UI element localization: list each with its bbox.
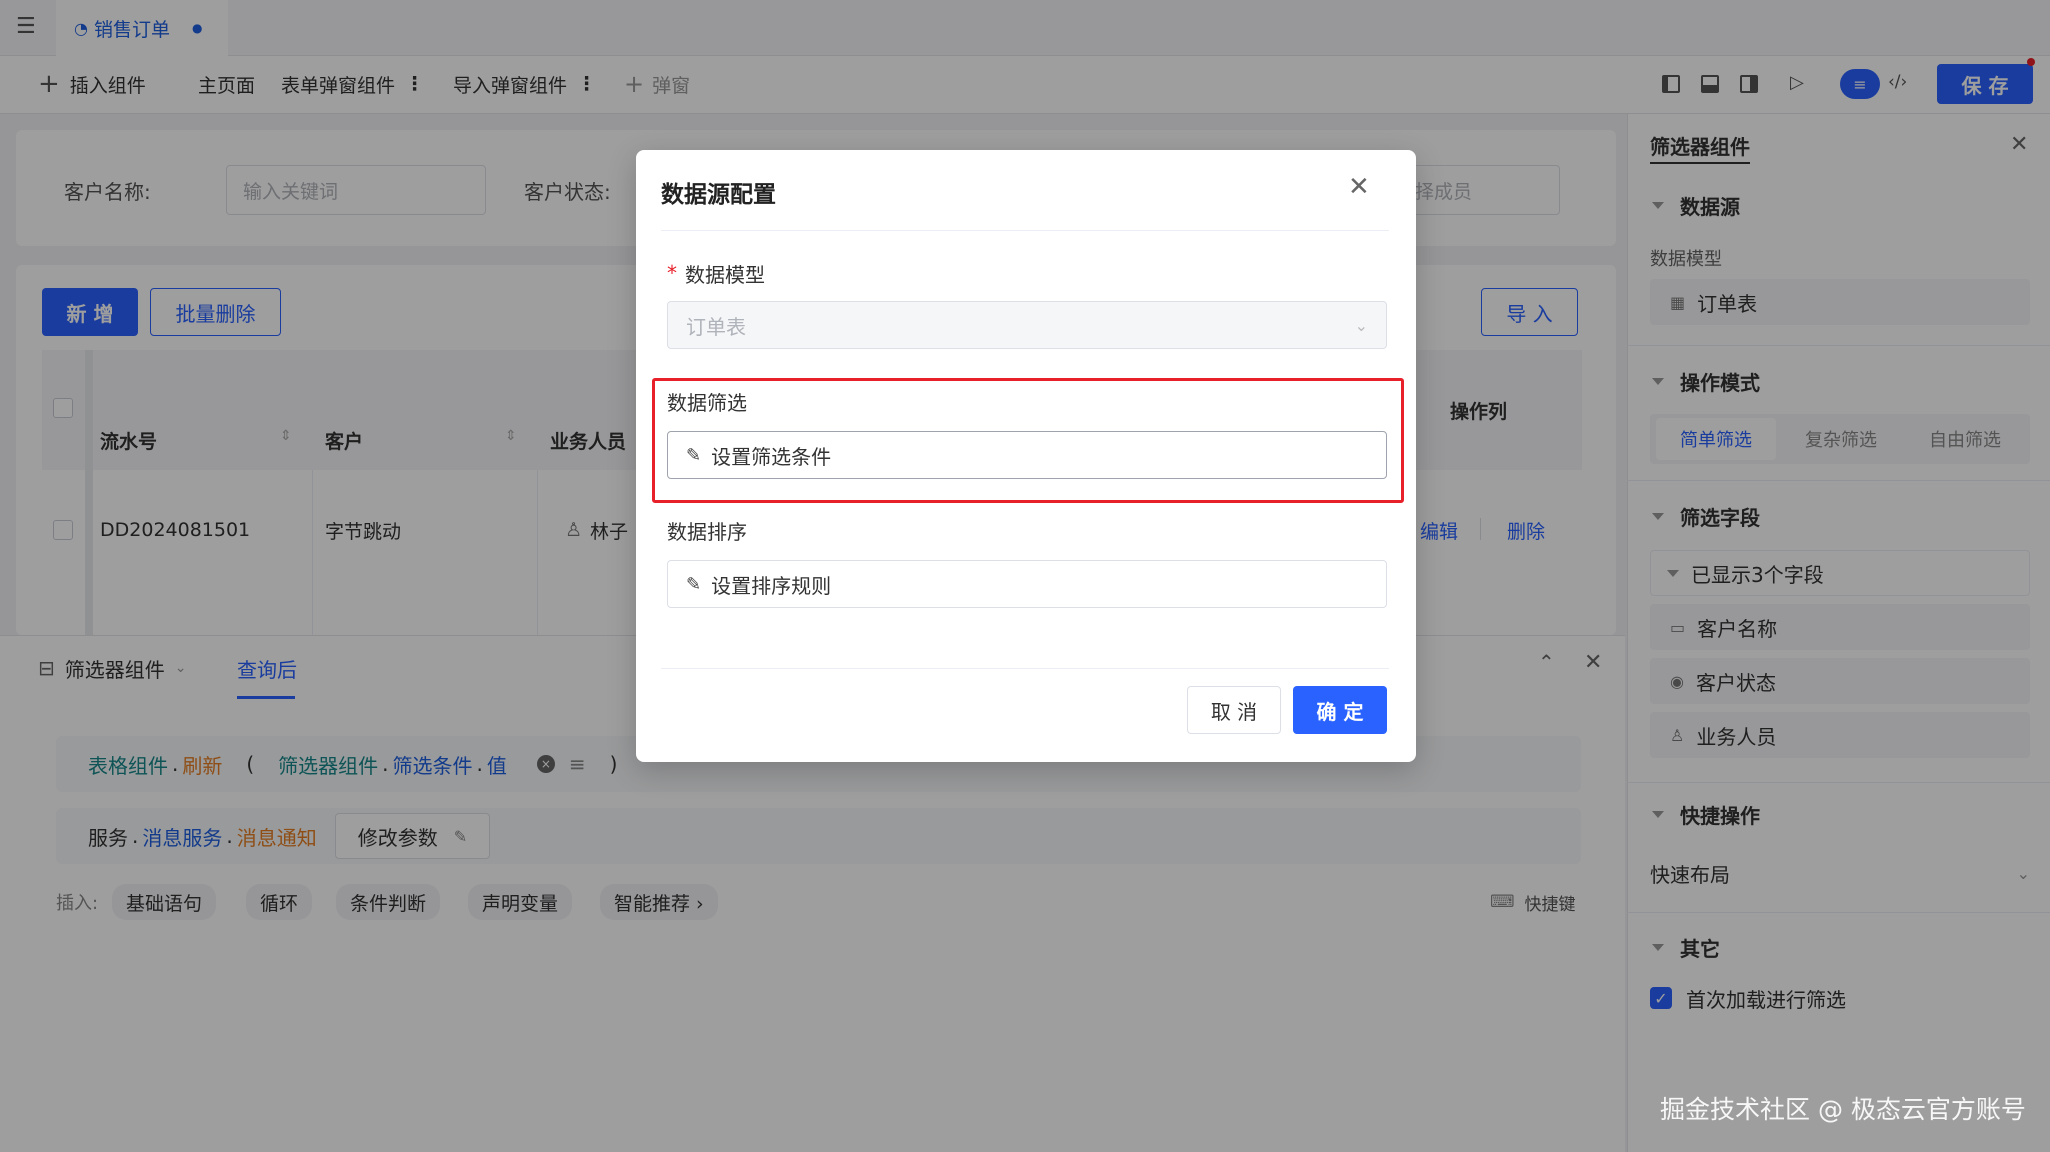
- chevron-down-icon: ⌄: [1354, 315, 1368, 335]
- data-model-label: * 数据模型: [667, 261, 765, 287]
- watermark-text: 掘金技术社区 @ 极态云官方账号: [1660, 1095, 2026, 1124]
- close-icon[interactable]: ✕: [1348, 172, 1370, 202]
- confirm-button[interactable]: 确 定: [1293, 686, 1387, 734]
- required-mark: *: [667, 261, 677, 285]
- modal-title: 数据源配置: [661, 182, 776, 208]
- set-sort-button[interactable]: ✎ 设置排序规则: [667, 560, 1387, 608]
- cancel-button[interactable]: 取 消: [1187, 686, 1281, 734]
- modal-footer-divider: [661, 668, 1389, 669]
- modal-header-divider: [661, 230, 1389, 231]
- data-model-select[interactable]: 订单表 ⌄: [667, 301, 1387, 349]
- edit-icon: ✎: [686, 573, 702, 595]
- data-sort-label: 数据排序: [667, 519, 747, 544]
- highlight-box: [652, 378, 1404, 503]
